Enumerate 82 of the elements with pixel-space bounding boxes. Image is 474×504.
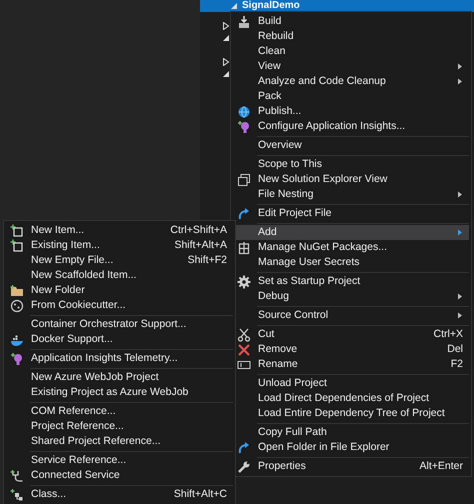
submenu-arrow-icon[interactable]	[457, 191, 463, 198]
submenu-arrow-icon[interactable]	[457, 312, 463, 319]
menu-item[interactable]: Copy Full Path	[233, 425, 469, 440]
menu-item[interactable]: Existing Project as Azure WebJob	[6, 385, 233, 400]
menu-item[interactable]: Existing Item... Shift+Alt+A	[6, 238, 233, 253]
menu-item[interactable]: Service Reference...	[6, 453, 233, 468]
menu-item[interactable]: Project Reference...	[6, 419, 233, 434]
menu-item[interactable]: Open Folder in File Explorer	[233, 440, 469, 455]
new-item-icon	[10, 224, 24, 238]
menu-item[interactable]: View	[233, 59, 469, 74]
windows-icon	[237, 172, 251, 186]
plug-icon	[10, 468, 24, 482]
menu-item[interactable]: New Solution Explorer View	[233, 172, 469, 187]
menu-item[interactable]: Add	[233, 225, 469, 240]
menu-item[interactable]: Remove Del	[233, 342, 469, 357]
menu-item[interactable]: New Item... Ctrl+Shift+A	[6, 223, 233, 238]
menu-item[interactable]: Source Control	[233, 308, 469, 323]
project-name: SignalDemo	[242, 0, 300, 12]
menu-item[interactable]: Unload Project	[233, 376, 469, 391]
curved-arrow-icon	[237, 206, 251, 220]
menu-item[interactable]: From Cookiecutter...	[6, 298, 233, 313]
shortcut-label: Del	[446, 342, 463, 357]
menu-item[interactable]: Scope to This	[233, 157, 469, 172]
lightbulb-icon	[10, 352, 24, 366]
submenu-arrow-icon[interactable]	[457, 293, 463, 300]
close-icon	[237, 342, 251, 356]
wrench-icon	[237, 460, 251, 474]
shortcut-label: Shift+F2	[186, 252, 227, 268]
menu-item[interactable]: Debug	[233, 289, 469, 304]
folder-icon	[10, 284, 24, 298]
menu-item[interactable]: Analyze and Code Cleanup	[233, 74, 469, 89]
submenu-arrow-icon[interactable]	[457, 63, 463, 70]
scissors-icon	[237, 328, 251, 342]
shortcut-label: Ctrl+X	[432, 326, 463, 342]
expanded-arrow-icon[interactable]	[222, 34, 230, 42]
menu-item[interactable]: Set as Startup Project	[233, 274, 469, 289]
menu-item[interactable]: Configure Application Insights...	[233, 119, 469, 134]
package-icon	[237, 240, 251, 254]
menu-item[interactable]: New Folder	[6, 283, 233, 298]
lightbulb-icon	[237, 120, 251, 134]
menu-item[interactable]: Shared Project Reference...	[6, 434, 233, 449]
menu-item[interactable]: New Scaffolded Item...	[6, 268, 233, 283]
menu-item[interactable]: New Azure WebJob Project	[6, 370, 233, 385]
menu-item[interactable]: Cut Ctrl+X	[233, 327, 469, 342]
menu-item[interactable]: Load Entire Dependency Tree of Project	[233, 406, 469, 421]
selected-tree-row[interactable]: SignalDemo	[200, 0, 474, 12]
menu-item[interactable]: Pack	[233, 89, 469, 104]
menu-item[interactable]: Class... Shift+Alt+C	[6, 487, 233, 502]
menu-item[interactable]: Manage User Secrets	[233, 255, 469, 270]
collapsed-arrow-icon[interactable]	[222, 22, 230, 30]
menu-item[interactable]: Publish...	[233, 104, 469, 119]
menu-item[interactable]: Connected Service	[6, 468, 233, 483]
collapsed-arrow-icon[interactable]	[222, 58, 230, 66]
menu-item[interactable]: Application Insights Telemetry...	[6, 351, 233, 366]
menu-item[interactable]: Manage NuGet Packages...	[233, 240, 469, 255]
menu-item[interactable]: New Empty File... Shift+F2	[6, 253, 233, 268]
shortcut-label: Shift+Alt+A	[173, 238, 227, 253]
menu-item[interactable]: Build	[233, 14, 469, 29]
menu-item[interactable]: Properties Alt+Enter	[233, 459, 469, 474]
menu-item[interactable]: COM Reference...	[6, 404, 233, 419]
shortcut-label: F2	[450, 356, 463, 372]
class-icon	[10, 488, 24, 502]
new-item-icon	[10, 238, 24, 252]
cookie-icon	[10, 298, 24, 312]
menu-item[interactable]: Docker Support...	[6, 332, 233, 347]
menu-item[interactable]: Clean	[233, 44, 469, 59]
whale-icon	[10, 332, 24, 346]
menu-item[interactable]: Rebuild	[233, 29, 469, 44]
menu-item[interactable]: Edit Project File	[233, 206, 469, 221]
shortcut-label: Shift+Alt+C	[172, 486, 227, 502]
menu-item[interactable]: File Nesting	[233, 187, 469, 202]
menu-item[interactable]: Load Direct Dependencies of Project	[233, 391, 469, 406]
shortcut-label: Ctrl+Shift+A	[169, 222, 227, 238]
menu-item[interactable]: Container Orchestrator Support...	[6, 317, 233, 332]
menu-item[interactable]: Rename F2	[233, 357, 469, 372]
shortcut-label: Alt+Enter	[418, 458, 463, 474]
globe-icon	[237, 104, 251, 118]
submenu-arrow-icon[interactable]	[457, 78, 463, 85]
build-icon	[237, 14, 251, 28]
menu-item[interactable]: Overview	[233, 138, 469, 153]
expanded-arrow-icon[interactable]	[222, 70, 230, 78]
curved-arrow-icon	[237, 440, 251, 454]
